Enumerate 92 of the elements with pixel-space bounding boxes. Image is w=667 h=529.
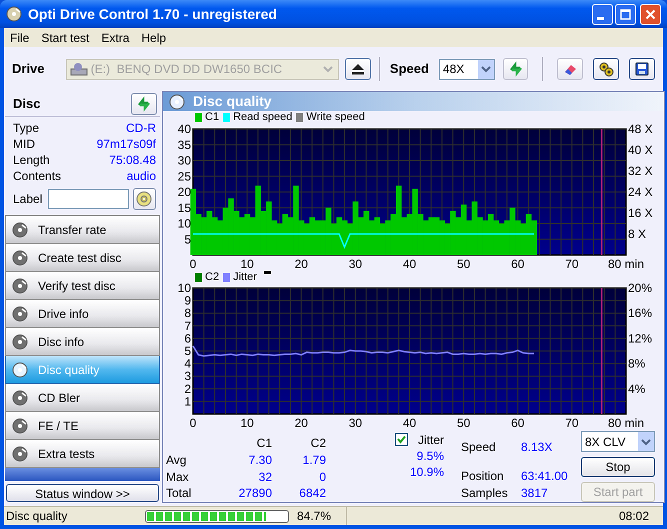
- info-value: 63:41.00: [521, 468, 569, 485]
- field-label: Length: [13, 152, 50, 168]
- disc-heading: Disc: [13, 94, 40, 113]
- axis-label: 7: [184, 318, 191, 333]
- field-value: 97m17s09f: [96, 136, 156, 152]
- axis-label: 8: [184, 306, 191, 320]
- axis-label: 8 X: [628, 227, 646, 241]
- legend-label: Read speed: [233, 112, 292, 122]
- stat-value: 10.9%: [410, 464, 444, 480]
- axis-label: 80 min: [608, 257, 644, 271]
- axis-label: 6: [184, 331, 191, 346]
- axis-label: 40: [402, 416, 416, 428]
- column-header: C1: [256, 435, 273, 452]
- axis-label: 80 min: [608, 416, 644, 428]
- axis-label: 20: [294, 416, 308, 428]
- axis-label: 5: [184, 232, 191, 246]
- stat-value: 27890: [238, 485, 273, 502]
- legend-label: C1: [205, 112, 220, 122]
- axis-label: 0: [190, 257, 196, 271]
- axis-label: 20: [294, 257, 308, 271]
- axis-label: 20: [178, 185, 191, 199]
- axis-label: 4%: [628, 382, 646, 396]
- window-title: Opti Drive Control 1.70 - unregistered: [28, 4, 278, 24]
- field-value: CD-R: [126, 120, 156, 136]
- axis-label: 15: [178, 200, 191, 215]
- progress-percent: 84.7%: [289, 507, 347, 525]
- axis-label: 50: [456, 257, 470, 271]
- axis-label: 25: [178, 169, 191, 184]
- speed-value: 48X: [442, 61, 466, 78]
- stat-value: 0: [318, 468, 327, 486]
- drive-value: (E:) BENQ DVD DD DW1650 BCIC: [90, 61, 284, 78]
- axis-label: 30: [348, 416, 362, 428]
- axis-label: 30: [348, 257, 362, 271]
- field-label: Label: [13, 191, 44, 207]
- field-value: 75:08.48: [109, 152, 156, 168]
- drive-label: Drive: [12, 60, 46, 78]
- info-label: Samples: [461, 485, 509, 502]
- field-label: Type: [13, 120, 40, 136]
- axis-label: 50: [456, 416, 470, 428]
- axis-label: 32 X: [628, 164, 653, 178]
- axis-label: 10: [240, 416, 254, 428]
- info-label: Position: [461, 468, 505, 485]
- axis-label: 60: [511, 416, 524, 428]
- axis-label: 48 X: [628, 123, 653, 136]
- axis-label: 10: [178, 283, 191, 295]
- axis-label: 20%: [628, 283, 652, 295]
- axis-label: 9: [184, 294, 191, 308]
- panel-title: Disc quality: [193, 92, 272, 111]
- axis-label: 16 X: [628, 206, 653, 220]
- info-value: 3817: [521, 485, 549, 502]
- axis-label: 40: [178, 123, 191, 136]
- axis-label: 70: [565, 257, 579, 271]
- speed-label: Speed: [390, 60, 429, 78]
- field-label: MID: [13, 136, 35, 152]
- axis-label: 2: [184, 382, 191, 396]
- row-label: Total: [166, 485, 192, 502]
- info-label: Speed: [461, 439, 497, 456]
- info-value: 8.13X: [521, 439, 554, 456]
- axis-label: 10: [178, 216, 191, 230]
- axis-label: 4: [184, 356, 191, 371]
- elapsed-time: 08:02: [618, 508, 650, 525]
- axis-label: 1: [184, 394, 191, 408]
- axis-label: 12%: [628, 331, 652, 346]
- axis-label: 70: [565, 416, 579, 428]
- axis-label: 16%: [628, 306, 652, 320]
- axis-label: 60: [511, 257, 524, 271]
- status-text: Disc quality: [5, 508, 68, 525]
- legend-label: Jitter: [233, 272, 257, 282]
- checkbox-label: Jitter: [418, 432, 444, 448]
- legend-label: Write speed: [306, 112, 365, 122]
- stat-value: 9.5%: [416, 448, 444, 464]
- axis-label: 3: [184, 369, 191, 384]
- row-label: Avg: [166, 452, 188, 468]
- axis-label: 24 X: [628, 185, 653, 199]
- axis-label: 40 X: [628, 143, 653, 157]
- stat-value: 6842: [298, 485, 327, 502]
- mode-value: 8X CLV: [584, 434, 626, 450]
- column-header: C2: [310, 435, 327, 452]
- axis-label: 8%: [628, 356, 646, 371]
- field-value: audio: [126, 168, 156, 184]
- stat-value: 1.79: [302, 452, 327, 468]
- stat-value: 32: [258, 468, 273, 486]
- axis-label: 5: [184, 344, 191, 358]
- legend-label: C2: [205, 272, 220, 282]
- axis-label: 0: [190, 416, 196, 428]
- stat-value: 7.30: [248, 452, 273, 468]
- axis-label: 35: [178, 138, 191, 152]
- row-label: Max: [166, 468, 190, 486]
- field-label: Contents: [13, 168, 62, 184]
- axis-label: 30: [178, 154, 191, 168]
- axis-label: 10: [240, 257, 254, 271]
- axis-label: 40: [402, 257, 416, 271]
